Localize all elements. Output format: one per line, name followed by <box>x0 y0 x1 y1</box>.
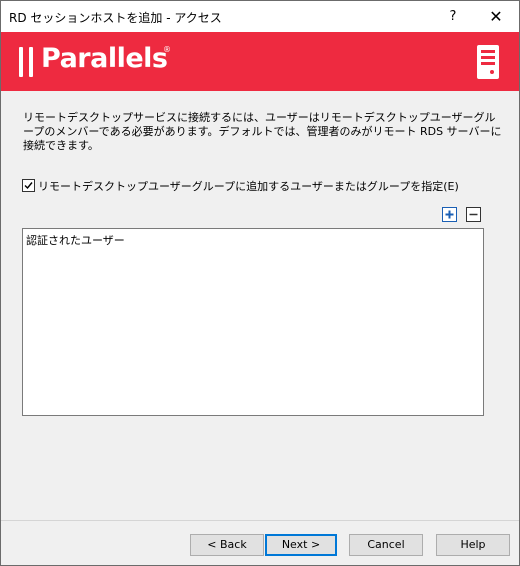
checkmark-icon <box>24 182 33 190</box>
dialog-window: RD セッションホストを追加 - アクセス ? ✕ Parallels ® リモ… <box>0 0 520 566</box>
server-icon <box>477 45 499 79</box>
window-title: RD セッションホストを追加 - アクセス <box>9 11 222 25</box>
minus-icon <box>469 213 478 216</box>
help-button[interactable]: Help <box>436 534 510 556</box>
specify-users-label: リモートデスクトップユーザーグループに追加するユーザーまたはグループを指定(E) <box>38 180 459 193</box>
cancel-button[interactable]: Cancel <box>349 534 423 556</box>
list-item[interactable]: 認証されたユーザー <box>26 232 125 248</box>
add-user-button[interactable] <box>442 207 457 222</box>
registered-mark: ® <box>163 45 171 54</box>
help-icon[interactable]: ? <box>441 6 465 28</box>
title-bar: RD セッションホストを追加 - アクセス ? ✕ <box>1 1 519 32</box>
next-button[interactable]: Next > <box>265 534 337 556</box>
remove-user-button[interactable] <box>466 207 481 222</box>
footer-separator <box>1 520 519 521</box>
close-icon[interactable]: ✕ <box>479 5 513 29</box>
parallels-logo-icon <box>17 47 37 77</box>
plus-icon <box>445 210 454 219</box>
parallels-banner: Parallels ® <box>1 32 519 91</box>
parallels-logo-text: Parallels <box>41 43 168 74</box>
back-button[interactable]: < Back <box>190 534 264 556</box>
specify-users-checkbox[interactable] <box>22 179 35 192</box>
users-listbox[interactable]: 認証されたユーザー <box>22 228 484 416</box>
description-text: リモートデスクトップサービスに接続するには、ユーザーはリモートデスクトップユーザ… <box>23 111 502 152</box>
